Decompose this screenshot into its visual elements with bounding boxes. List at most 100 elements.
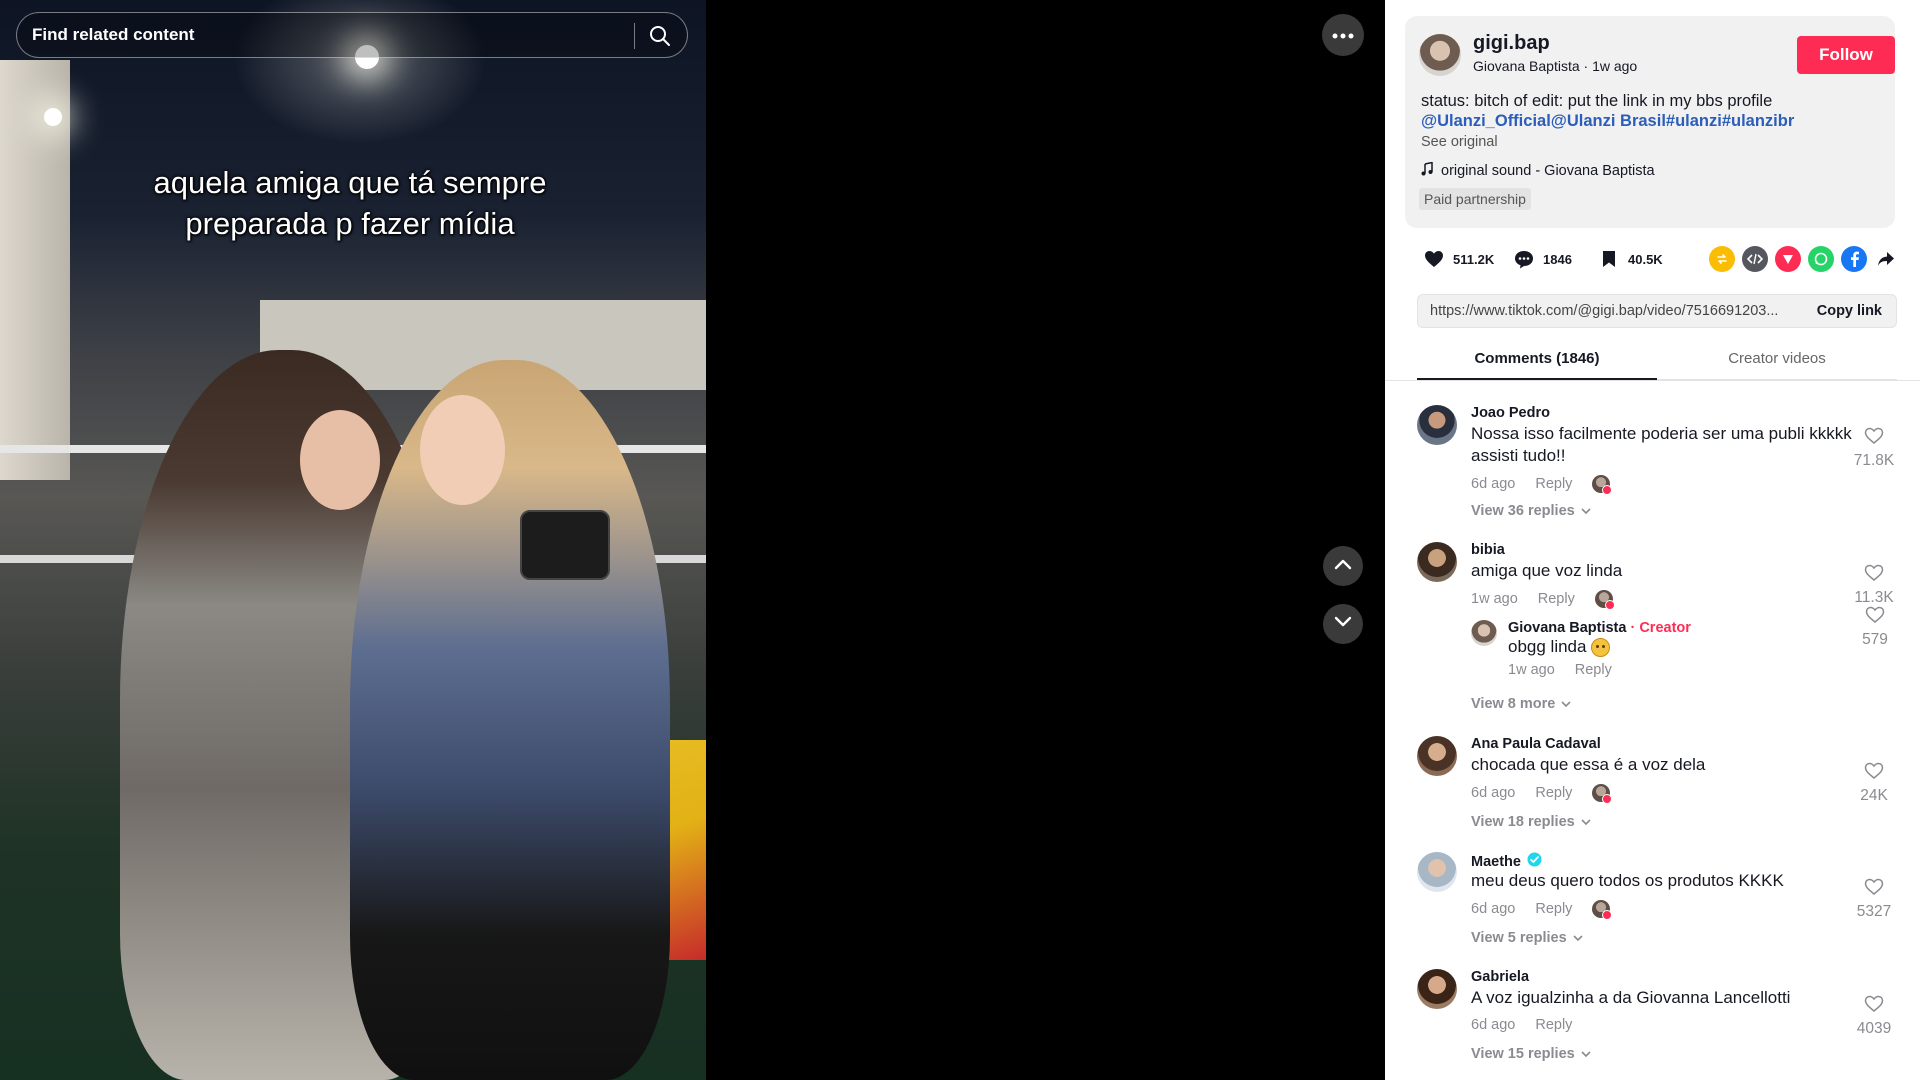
post-info-card: gigi.bap Giovana Baptista · 1w ago Follo… [1405, 16, 1895, 228]
heart-outline-icon[interactable] [1851, 995, 1897, 1018]
next-video-button[interactable] [1323, 604, 1363, 644]
view-more-replies-button[interactable]: View 8 more [1471, 696, 1571, 712]
creator-badge: · Creator [1626, 620, 1691, 636]
view-replies-button[interactable]: View 5 replies [1471, 930, 1583, 946]
search-bar[interactable]: Find related content [16, 12, 688, 58]
comment-time: 6d ago [1471, 901, 1516, 917]
send-icon[interactable] [1775, 246, 1801, 272]
commenter-name[interactable]: Ana Paula Cadaval [1471, 736, 1601, 752]
reply-button[interactable]: Reply [1535, 901, 1572, 917]
view-replies-label[interactable]: View 36 replies [1471, 503, 1575, 519]
reply-button[interactable]: Reply [1538, 591, 1575, 607]
whatsapp-icon[interactable] [1808, 246, 1834, 272]
post-hashtags[interactable]: @Ulanzi_Official@Ulanzi Brasil#ulanzi#ul… [1421, 112, 1794, 131]
reply-avatar[interactable] [1471, 620, 1497, 646]
view-replies-label[interactable]: View 5 replies [1471, 930, 1567, 946]
comment-item: Joao Pedro Nossa isso facilmente poderia… [1417, 405, 1897, 525]
commenter-username[interactable]: Joao Pedro [1471, 405, 1550, 421]
comment-like[interactable]: 5327 [1851, 878, 1897, 921]
comment-action[interactable]: 1846 [1511, 246, 1572, 272]
view-replies-label[interactable]: View 18 replies [1471, 814, 1575, 830]
commenter-username[interactable]: Gabriela [1471, 969, 1529, 985]
view-replies-label[interactable]: View 8 more [1471, 696, 1555, 712]
comment-meta: 6d ago Reply [1471, 475, 1613, 495]
sound-name[interactable]: original sound - Giovana Baptista [1441, 163, 1655, 179]
author-username[interactable]: gigi.bap [1473, 32, 1550, 55]
comment-like[interactable]: 11.3K [1851, 564, 1897, 607]
reply-text-row: obgg linda [1508, 637, 1611, 657]
comment-like-count: 71.8K [1853, 452, 1895, 469]
save-action[interactable]: 40.5K [1596, 246, 1663, 272]
facebook-icon[interactable] [1841, 246, 1867, 272]
reply-button[interactable]: Reply [1535, 785, 1572, 801]
copy-link-button[interactable]: Copy link [1817, 303, 1882, 319]
heart-outline-icon[interactable] [1851, 427, 1897, 450]
chevron-down-icon [1573, 930, 1583, 946]
heart-outline-icon[interactable] [1852, 606, 1898, 629]
video-url[interactable]: https://www.tiktok.com/@gigi.bap/video/7… [1430, 303, 1800, 319]
reply-button[interactable]: Reply [1535, 1017, 1572, 1033]
comment-like[interactable]: 24K [1851, 762, 1897, 805]
commenter-name[interactable]: Joao Pedro [1471, 405, 1550, 421]
commenter-avatar[interactable] [1417, 736, 1457, 776]
bookmark-icon[interactable] [1596, 246, 1622, 272]
commenter-name[interactable]: bibia [1471, 542, 1505, 558]
previous-video-button[interactable] [1323, 546, 1363, 586]
heart-outline-icon[interactable] [1851, 564, 1897, 587]
commenter-avatar[interactable] [1417, 542, 1457, 582]
comment-icon[interactable] [1511, 246, 1537, 272]
reply-button[interactable]: Reply [1535, 476, 1572, 492]
commenter-username[interactable]: Ana Paula Cadaval [1471, 736, 1601, 752]
chevron-down-icon [1561, 696, 1571, 712]
heart-outline-icon[interactable] [1851, 878, 1897, 901]
like-action[interactable]: 511.2K [1421, 246, 1494, 272]
commenter-avatar[interactable] [1417, 852, 1457, 892]
commenter-name[interactable]: Gabriela [1471, 969, 1529, 985]
view-replies-button[interactable]: View 36 replies [1471, 503, 1591, 519]
heart-icon[interactable] [1421, 246, 1447, 272]
divider [1385, 380, 1920, 381]
heart-outline-icon[interactable] [1851, 762, 1897, 785]
repost-icon[interactable] [1709, 246, 1735, 272]
comment-meta: 6d ago Reply [1471, 900, 1613, 920]
search-placeholder[interactable]: Find related content [32, 25, 194, 45]
post-description: status: bitch of edit: put the link in m… [1421, 92, 1773, 110]
author-avatar[interactable] [1419, 34, 1461, 76]
comment-time: 6d ago [1471, 785, 1516, 801]
comment-meta: 6d ago Reply [1471, 784, 1613, 804]
comment-like-count: 24K [1860, 787, 1888, 804]
search-icon[interactable] [647, 23, 675, 49]
commenter-username[interactable]: bibia [1471, 542, 1505, 558]
commenter-avatar[interactable] [1417, 405, 1457, 445]
view-replies-label[interactable]: View 15 replies [1471, 1046, 1575, 1062]
video-scene-lamp [44, 108, 62, 126]
comment-like[interactable]: 71.8K [1851, 427, 1897, 470]
comment-like-count: 5327 [1856, 903, 1892, 920]
reply-username[interactable]: Giovana Baptista [1508, 620, 1626, 636]
reply-like[interactable]: 579 [1852, 606, 1898, 649]
comment-count: 1846 [1543, 251, 1572, 267]
music-note-icon [1421, 161, 1433, 180]
video-player[interactable]: aquela amiga que tá sempre preparada p f… [0, 0, 706, 1080]
save-count: 40.5K [1628, 251, 1663, 267]
reply-button[interactable]: Reply [1575, 662, 1612, 678]
embed-icon[interactable] [1742, 246, 1768, 272]
sound-link[interactable]: original sound - Giovana Baptista [1421, 161, 1655, 180]
video-person-right [350, 360, 670, 1080]
reply-username-row[interactable]: Giovana Baptista · Creator [1508, 620, 1691, 636]
share-arrow-icon[interactable] [1873, 246, 1899, 272]
author-display-name[interactable]: Giovana Baptista [1473, 58, 1580, 74]
comment-like[interactable]: 4039 [1851, 995, 1897, 1038]
view-replies-button[interactable]: View 15 replies [1471, 1046, 1591, 1062]
commenter-username[interactable]: Maethe [1471, 854, 1521, 870]
video-caption-line: aquela amiga que tá sempre [153, 165, 547, 200]
tab-creator-videos[interactable]: Creator videos [1657, 350, 1897, 367]
tab-comments[interactable]: Comments (1846) [1417, 350, 1657, 367]
see-original-link[interactable]: See original [1421, 134, 1498, 150]
view-replies-button[interactable]: View 18 replies [1471, 814, 1591, 830]
commenter-avatar[interactable] [1417, 969, 1457, 1009]
video-pane: aquela amiga que tá sempre preparada p f… [0, 0, 1385, 1080]
more-options-button[interactable] [1322, 14, 1364, 56]
follow-button[interactable]: Follow [1797, 36, 1895, 74]
commenter-name[interactable]: Maethe [1471, 852, 1542, 871]
